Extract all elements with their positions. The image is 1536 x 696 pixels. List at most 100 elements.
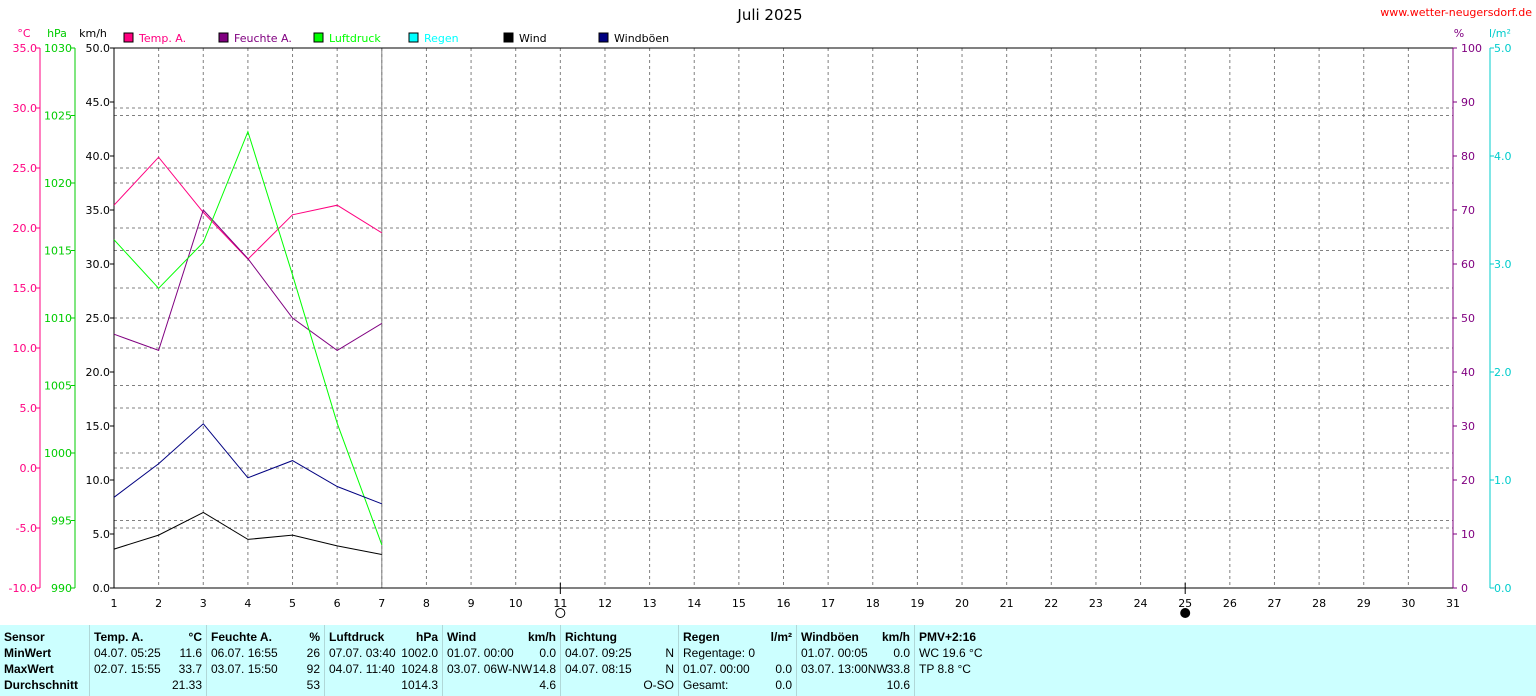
hum-header: Feuchte A. <box>211 630 272 644</box>
gust-min-value: 0.0 <box>893 646 910 660</box>
hum-tick-label: 60 <box>1461 258 1475 271</box>
stats-col-labels: Sensor MinWert MaxWert Durchschnitt <box>0 625 88 696</box>
stats-col-humidity: Feuchte A.% 06.07. 16:55 26 03.07. 15:50 9… <box>206 625 324 696</box>
legend-label: Windböen <box>614 32 669 45</box>
row-label-sensor: Sensor <box>4 630 45 644</box>
legend-label: Feuchte A. <box>234 32 292 45</box>
press-header: Luftdruck <box>329 630 385 644</box>
x-tick-label: 22 <box>1044 597 1058 610</box>
x-tick-label: 21 <box>1000 597 1014 610</box>
dir-avg-value: O-SO <box>643 678 674 692</box>
temp-unit-label: °C <box>17 27 31 40</box>
temp-min-date: 04.07. 05:25 <box>94 646 161 660</box>
hum-min-date: 06.07. 16:55 <box>211 646 278 660</box>
legend-label: Wind <box>519 32 547 45</box>
temp-tick-label: 10.0 <box>13 342 38 355</box>
temp-tick-label: 5.0 <box>20 402 38 415</box>
x-tick-label: 28 <box>1312 597 1326 610</box>
wind-min-date: 01.07. 00:00 <box>447 646 514 660</box>
wind-tick-label: 45.0 <box>86 96 111 109</box>
gust-avg-value: 10.6 <box>886 678 910 692</box>
press-min-value: 1002.0 <box>401 646 438 660</box>
stats-col-pressure: Luftdruck hPa 07.07. 03:40 1002.0 04.07. 1… <box>324 625 442 696</box>
chart-title: Juli 2025 <box>736 6 802 24</box>
stats-col-direction: Richtung 04.07. 09:25 N 04.07. 08:15 N O-S… <box>560 625 678 696</box>
rain-tick-label: 5.0 <box>1494 42 1512 55</box>
wind-tick-label: 20.0 <box>86 366 111 379</box>
gust-header: Windböen <box>801 630 859 644</box>
statistics-table: Sensor MinWert MaxWert Durchschnitt Temp… <box>0 625 1536 696</box>
wind-unit-label: km/h <box>79 27 107 40</box>
x-tick-label: 4 <box>244 597 251 610</box>
rain-header: Regen <box>683 630 720 644</box>
legend-swatch <box>123 32 134 43</box>
stats-col-temp: Temp. A. °C 04.07. 05:25 11.6 02.07. 15:55… <box>89 625 206 696</box>
wind-avg-value: 4.6 <box>539 678 556 692</box>
temp-tick-label: -10.0 <box>9 582 37 595</box>
press-unit: hPa <box>415 630 438 644</box>
press-tick-label: 1005 <box>44 380 72 393</box>
pmv-dewpoint: TP 8.8 °C <box>919 662 971 676</box>
chart-extras: Juli 2025 www.wetter-neugersdorf.de <box>555 6 1532 618</box>
series-line-0 <box>113 156 383 260</box>
hum-tick-label: 40 <box>1461 366 1475 379</box>
rain-unit-label: l/m² <box>1489 27 1511 40</box>
press-unit-label: hPa <box>47 27 67 40</box>
press-tick-label: 1015 <box>44 245 72 258</box>
gust-unit: km/h <box>881 630 910 644</box>
wind-header: Wind <box>447 630 477 644</box>
x-tick-label: 26 <box>1223 597 1237 610</box>
press-tick-label: 990 <box>51 582 72 595</box>
gust-min-date: 01.07. 00:05 <box>801 646 868 660</box>
gust-max-date: 03.07. 13:00 <box>801 662 868 676</box>
pmv-header: PMV+2:16 <box>919 630 977 644</box>
hum-tick-label: 100 <box>1461 42 1482 55</box>
legend-label: Regen <box>424 32 459 45</box>
hum-tick-label: 50 <box>1461 312 1475 325</box>
temp-unit: °C <box>188 630 202 644</box>
wind-tick-label: 35.0 <box>86 204 111 217</box>
wind-tick-label: 50.0 <box>86 42 111 55</box>
x-tick-label: 5 <box>289 597 296 610</box>
temp-tick-label: -5.0 <box>16 522 37 535</box>
x-tick-label: 1 <box>111 597 118 610</box>
wind-unit: km/h <box>527 630 556 644</box>
row-label-max: MaxWert <box>4 662 54 676</box>
rain-days: Regentage: 0 <box>683 646 756 660</box>
stats-col-rain: Regen l/m² Regentage: 0 01.07. 00:00 0.0 G… <box>678 625 796 696</box>
temp-tick-label: 20.0 <box>13 222 38 235</box>
rain-tick-label: 4.0 <box>1494 150 1512 163</box>
rain-tick-label: 3.0 <box>1494 258 1512 271</box>
pmv-windchill: WC 19.6 °C <box>919 646 983 660</box>
rain-tick-label: 1.0 <box>1494 474 1512 487</box>
wind-max-direction: 6W-NW <box>490 662 533 676</box>
wind-tick-label: 40.0 <box>86 150 111 163</box>
x-tick-label: 29 <box>1357 597 1371 610</box>
press-max-value: 1024.8 <box>401 662 438 676</box>
hum-tick-label: 0 <box>1461 582 1468 595</box>
dir-min-value: N <box>665 646 674 660</box>
x-tick-label: 19 <box>910 597 924 610</box>
press-max-date: 04.07. 11:40 <box>329 662 395 676</box>
temp-tick-label: 15.0 <box>13 282 38 295</box>
x-tick-label: 31 <box>1446 597 1460 610</box>
x-tick-label: 9 <box>468 597 475 610</box>
hum-tick-label: 30 <box>1461 420 1475 433</box>
hum-tick-label: 10 <box>1461 528 1475 541</box>
legend-swatch <box>598 32 609 43</box>
temp-max-date: 02.07. 15:55 <box>94 662 161 676</box>
rain-unit: l/m² <box>770 630 792 644</box>
gust-max-value: 33.8 <box>886 662 910 676</box>
dir-header: Richtung <box>565 630 617 644</box>
new-moon-icon <box>1180 608 1191 618</box>
legend-label: Luftdruck <box>329 32 381 45</box>
wind-tick-label: 15.0 <box>86 420 111 433</box>
stats-col-pmv: PMV+2:16 WC 19.6 °C TP 8.8 °C <box>914 625 1035 696</box>
hum-max-value: 92 <box>306 662 320 676</box>
temp-tick-label: 0.0 <box>20 462 38 475</box>
rain-total-label: Gesamt: <box>683 678 729 692</box>
hum-tick-label: 90 <box>1461 96 1475 109</box>
x-tick-label: 2 <box>155 597 162 610</box>
x-tick-label: 27 <box>1267 597 1281 610</box>
weather-chart: 1 2 3 4 5 6 7 8 9 10 11 12 13 14 15 16 17 18 19 20 21 22 23 24 2… <box>9 6 1532 618</box>
